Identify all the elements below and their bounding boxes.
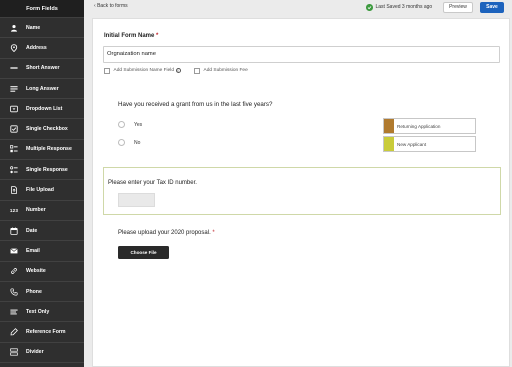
sidebar-item-reference-form[interactable]: Reference Form (0, 322, 84, 343)
sidebar-item-label: Divider (26, 349, 44, 356)
sidebar-item-label: Short Answer (26, 65, 60, 72)
back-to-forms-link[interactable]: ‹ Back to forms (94, 3, 128, 9)
reference-form-icon (9, 327, 19, 337)
divider-icon (9, 347, 19, 357)
option-yes[interactable]: Yes (118, 121, 142, 128)
save-status-text: Last Saved 3 months ago (375, 4, 433, 11)
sidebar-item-label: Address (26, 44, 47, 51)
sidebar-item-label: Email (26, 247, 40, 254)
map-pin-icon (9, 43, 19, 53)
sidebar-title: Form Fields (0, 0, 84, 18)
sidebar-item-single-checkbox[interactable]: Single Checkbox (0, 119, 84, 140)
sidebar-item-label: Name (26, 24, 41, 31)
form-fields-sidebar: Form Fields Name Address Short Answer Lo… (0, 0, 84, 367)
long-answer-icon (9, 84, 19, 94)
sidebar-item-label: Reference Form (26, 329, 66, 336)
submission-fee-checkbox[interactable] (194, 68, 200, 74)
required-mark: * (156, 33, 159, 39)
sidebar-item-label: Long Answer (26, 85, 59, 92)
sidebar-item-date[interactable]: Date (0, 221, 84, 242)
tax-id-field-block[interactable] (103, 167, 501, 215)
option-no[interactable]: No (118, 139, 140, 146)
form-name-label: Initial Form Name * (104, 33, 158, 39)
main-area: ‹ Back to forms Last Saved 3 months ago … (84, 0, 512, 367)
sidebar-item-text-only[interactable]: Text Only (0, 302, 84, 323)
calendar-icon (9, 226, 19, 236)
branch-returning-application[interactable]: Returning Application (383, 118, 476, 134)
sidebar-item-label: File Upload (26, 187, 54, 194)
form-canvas: Initial Form Name * Orgnaization name Ad… (92, 18, 510, 367)
branch-color-swatch (384, 119, 394, 133)
sidebar-item-label: Number (26, 207, 46, 214)
sidebar-item-file-upload[interactable]: File Upload (0, 180, 84, 201)
submission-name-checkbox[interactable] (104, 68, 110, 74)
sidebar-item-number[interactable]: 123 Number (0, 201, 84, 221)
short-answer-icon (9, 63, 19, 73)
sidebar-item-dropdown-list[interactable]: Dropdown List (0, 99, 84, 120)
branch-color-swatch (384, 137, 394, 151)
branch-new-applicant[interactable]: New Applicant (383, 136, 476, 152)
sidebar-item-long-answer[interactable]: Long Answer (0, 79, 84, 100)
form-name-input[interactable]: Orgnaization name (103, 46, 500, 63)
choose-file-button[interactable]: Choose File (118, 246, 169, 259)
save-status: Last Saved 3 months ago (366, 4, 432, 11)
person-icon (9, 23, 19, 33)
proposal-upload-label: Please upload your 2020 proposal. * (118, 230, 215, 236)
sidebar-item-short-answer[interactable]: Short Answer (0, 59, 84, 79)
sidebar-item-name[interactable]: Name (0, 18, 84, 39)
submission-name-label: Add Submission Name Field (113, 68, 175, 74)
top-bar: ‹ Back to forms Last Saved 3 months ago … (84, 0, 512, 14)
sidebar-item-divider[interactable]: Divider (0, 343, 84, 364)
link-icon (9, 266, 19, 276)
number-icon: 123 (9, 207, 19, 213)
checkbox-icon (9, 124, 19, 134)
add-submission-name-option[interactable]: Add Submission Name Field i (104, 68, 181, 74)
radio-yes[interactable] (118, 121, 125, 128)
submission-fee-label: Add Submission Fee (203, 68, 248, 74)
sidebar-item-label: Dropdown List (26, 105, 63, 112)
required-mark: * (212, 230, 215, 236)
branch-label: New Applicant (397, 141, 427, 147)
phone-icon (9, 287, 19, 297)
radio-no[interactable] (118, 139, 125, 146)
file-upload-icon (9, 185, 19, 195)
sidebar-item-email[interactable]: Email (0, 241, 84, 262)
sidebar-item-label: Single Checkbox (26, 126, 68, 133)
sidebar-item-label: Multiple Response (26, 146, 72, 153)
sidebar-item-multiple-response[interactable]: Multiple Response (0, 140, 84, 161)
option-yes-label: Yes (134, 121, 143, 128)
sidebar-item-label: Website (26, 268, 46, 275)
form-name-label-text: Initial Form Name (104, 33, 155, 39)
proposal-upload-label-text: Please upload your 2020 proposal. (118, 230, 211, 236)
save-button[interactable]: Save (480, 2, 504, 13)
email-icon (9, 246, 19, 256)
branch-label: Returning Application (397, 123, 441, 129)
single-response-icon (9, 165, 19, 175)
sidebar-item-label: Text Only (26, 308, 50, 315)
sidebar-item-label: Phone (26, 288, 42, 295)
sidebar-item-website[interactable]: Website (0, 262, 84, 282)
sidebar-item-label: Single Response (26, 166, 68, 173)
multiple-response-icon (9, 144, 19, 154)
tax-id-label: Please enter your Tax ID number. (108, 180, 197, 186)
preview-button[interactable]: Preview (443, 2, 473, 13)
back-link-label: Back to forms (97, 3, 128, 9)
option-no-label: No (134, 139, 141, 146)
sidebar-item-single-response[interactable]: Single Response (0, 160, 84, 181)
info-icon[interactable]: i (175, 68, 181, 74)
sidebar-item-label: Date (26, 227, 38, 234)
check-circle-icon (366, 4, 373, 11)
question-grant-label: Have you received a grant from us in the… (118, 101, 273, 108)
sidebar-item-phone[interactable]: Phone (0, 282, 84, 303)
text-only-icon (9, 307, 19, 317)
sidebar-item-address[interactable]: Address (0, 38, 84, 59)
dropdown-icon (9, 104, 19, 114)
add-submission-fee-option[interactable]: Add Submission Fee (194, 68, 248, 74)
tax-id-input[interactable] (118, 193, 155, 207)
